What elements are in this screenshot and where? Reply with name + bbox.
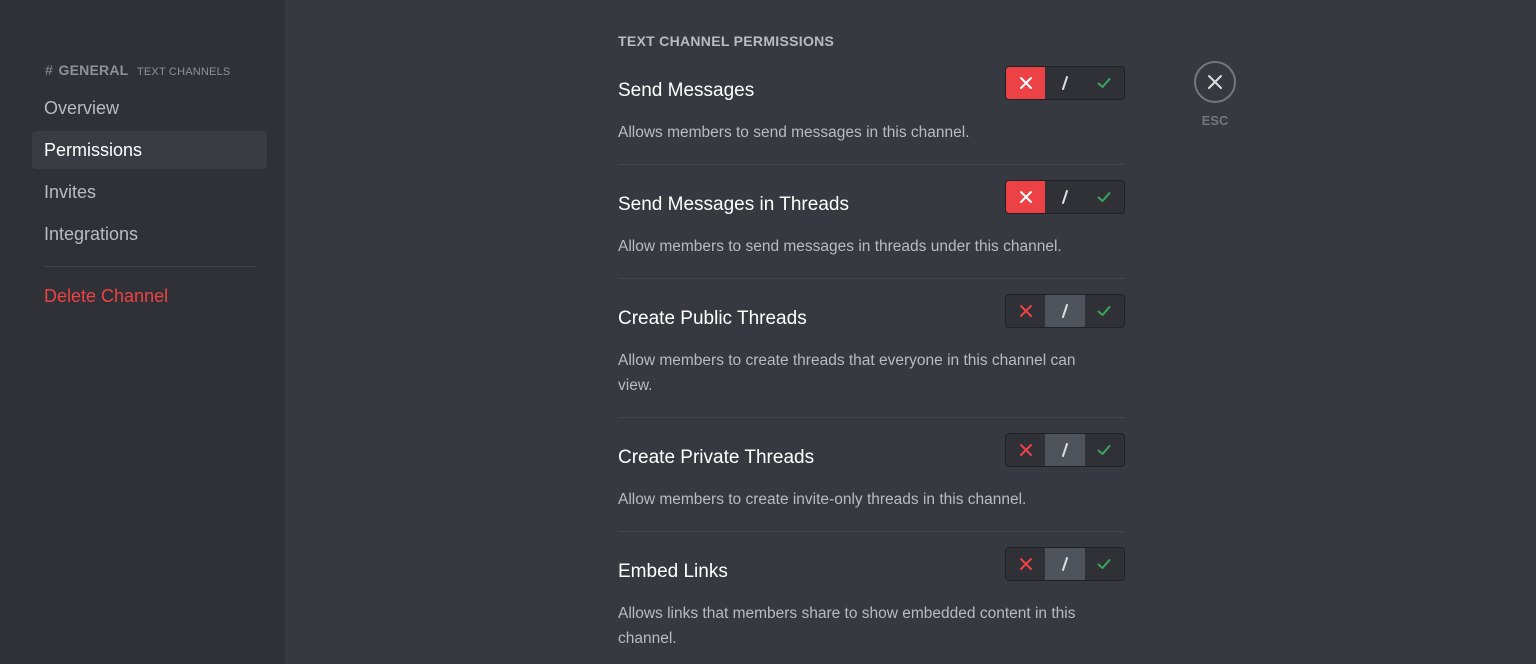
close-button[interactable] — [1194, 61, 1236, 103]
deny-button[interactable] — [1006, 67, 1046, 99]
settings-sidebar: # GENERAL TEXT CHANNELS Overview Permiss… — [0, 0, 285, 664]
check-icon — [1097, 192, 1111, 202]
deny-button[interactable] — [1006, 548, 1045, 580]
allow-button[interactable] — [1085, 434, 1124, 466]
sidebar-item-permissions[interactable]: Permissions — [32, 131, 267, 169]
permission-toggle — [1005, 294, 1125, 328]
permission-divider — [618, 164, 1125, 165]
permission-description: Allows links that members share to show … — [618, 605, 1076, 647]
check-icon — [1097, 445, 1111, 455]
permission-description: Allow members to create invite-only thre… — [618, 491, 1027, 508]
check-icon — [1097, 559, 1111, 569]
channel-settings: # GENERAL TEXT CHANNELS Overview Permiss… — [0, 0, 1536, 664]
deny-button[interactable] — [1006, 181, 1046, 213]
delete-channel-button[interactable]: Delete Channel — [32, 277, 267, 315]
check-icon — [1097, 306, 1111, 316]
allow-button[interactable] — [1085, 181, 1124, 213]
allow-button[interactable] — [1085, 548, 1124, 580]
sidebar-header: # GENERAL TEXT CHANNELS — [45, 62, 230, 78]
sidebar-divider — [45, 266, 255, 267]
neutral-button[interactable] — [1045, 295, 1085, 327]
slash-icon — [1061, 557, 1068, 571]
permission-description: Allows members to send messages in this … — [618, 124, 970, 141]
close-control: ESC — [1192, 61, 1238, 128]
permission-name: Send Messages in Threads — [618, 194, 849, 215]
permission-name: Create Public Threads — [618, 308, 807, 329]
permission-description: Allow members to create threads that eve… — [618, 352, 1076, 394]
neutral-button[interactable] — [1045, 548, 1085, 580]
slash-icon — [1061, 76, 1068, 90]
slash-icon — [1061, 304, 1068, 318]
neutral-button[interactable] — [1045, 181, 1084, 213]
permission-divider — [618, 278, 1125, 279]
neutral-button[interactable] — [1045, 434, 1085, 466]
channel-category: TEXT CHANNELS — [136, 66, 231, 78]
slash-icon — [1061, 443, 1068, 457]
permission-toggle — [1005, 180, 1125, 214]
channel-name: GENERAL — [58, 62, 129, 78]
permission-toggle — [1005, 433, 1125, 467]
channel-hash: # — [45, 62, 53, 78]
permission-toggle — [1005, 547, 1125, 581]
sidebar-item-overview[interactable]: Overview — [32, 89, 267, 127]
sidebar-item-integrations[interactable]: Integrations — [32, 215, 267, 253]
x-icon — [1019, 305, 1032, 317]
permission-name: Send Messages — [618, 80, 755, 101]
deny-button[interactable] — [1006, 434, 1045, 466]
permission-name: Create Private Threads — [618, 447, 815, 468]
check-icon — [1097, 78, 1111, 88]
section-title: TEXT CHANNEL PERMISSIONS — [618, 33, 835, 49]
sidebar-item-invites[interactable]: Invites — [32, 173, 267, 211]
close-icon — [1208, 75, 1222, 89]
permission-divider — [618, 417, 1125, 418]
permission-name: Embed Links — [618, 561, 728, 582]
allow-button[interactable] — [1085, 295, 1124, 327]
permission-description: Allow members to send messages in thread… — [618, 238, 1062, 255]
neutral-button[interactable] — [1045, 67, 1084, 99]
x-icon — [1019, 558, 1032, 570]
allow-button[interactable] — [1085, 67, 1124, 99]
permission-divider — [618, 531, 1125, 532]
esc-label: ESC — [1201, 113, 1229, 128]
x-icon — [1019, 191, 1032, 203]
permission-toggle — [1005, 66, 1125, 100]
x-icon — [1019, 444, 1032, 456]
deny-button[interactable] — [1006, 295, 1045, 327]
x-icon — [1019, 77, 1032, 89]
slash-icon — [1061, 190, 1068, 204]
